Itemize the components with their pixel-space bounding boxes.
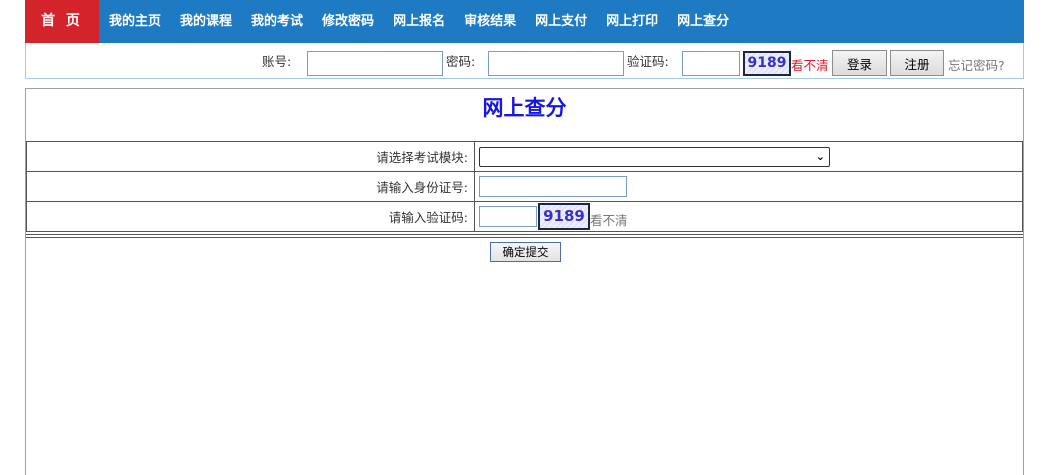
login-button[interactable]: 登录 xyxy=(832,50,887,76)
module-label: 请选择考试模块: xyxy=(27,142,475,171)
login-refresh-captcha-link[interactable]: 看不清 xyxy=(791,55,829,74)
password-input[interactable] xyxy=(488,51,624,76)
register-button[interactable]: 注册 xyxy=(890,50,944,76)
nav-item-online-registration[interactable]: 网上报名 xyxy=(393,0,445,43)
id-number-cell xyxy=(476,172,1022,201)
score-query-form: 请选择考试模块: ⌄ 请输入身份证号: 请输入验证码: 9189 看不清 xyxy=(26,141,1023,232)
nav-item-my-exams[interactable]: 我的考试 xyxy=(251,0,303,43)
form-row-id: 请输入身份证号: xyxy=(27,172,1022,202)
chevron-down-icon: ⌄ xyxy=(815,150,825,163)
password-label: 密码: xyxy=(446,54,476,69)
form-captcha-input[interactable] xyxy=(479,206,537,227)
account-input[interactable] xyxy=(307,51,443,76)
submit-button[interactable]: 确定提交 xyxy=(490,242,561,262)
id-number-label: 请输入身份证号: xyxy=(27,172,475,201)
account-label: 账号: xyxy=(262,54,292,69)
nav-home-link[interactable]: 首 页 xyxy=(25,0,99,43)
login-captcha-image[interactable]: 9189 xyxy=(743,51,791,76)
nav-item-change-password[interactable]: 修改密码 xyxy=(322,0,374,43)
page-title: 网上查分 xyxy=(482,96,567,120)
form-row-captcha: 请输入验证码: 9189 看不清 xyxy=(27,202,1022,232)
login-captcha-label: 验证码: xyxy=(627,54,669,69)
nav-item-my-homepage[interactable]: 我的主页 xyxy=(109,0,161,43)
id-number-input[interactable] xyxy=(479,176,627,197)
module-cell: ⌄ xyxy=(476,142,1022,171)
nav-item-score-query[interactable]: 网上查分 xyxy=(677,0,729,43)
nav-item-online-payment[interactable]: 网上支付 xyxy=(535,0,587,43)
exam-module-select[interactable]: ⌄ xyxy=(479,147,830,167)
nav-item-review-results[interactable]: 审核结果 xyxy=(464,0,516,43)
form-captcha-label: 请输入验证码: xyxy=(27,202,475,231)
score-query-panel: 网上查分 请选择考试模块: ⌄ 请输入身份证号: 请输入验证码: 9189 看不… xyxy=(25,88,1024,475)
form-captcha-cell: 9189 看不清 xyxy=(476,202,1022,231)
forgot-password-link[interactable]: 忘记密码? xyxy=(948,55,1005,74)
form-captcha-image[interactable]: 9189 xyxy=(538,203,590,230)
login-captcha-input[interactable] xyxy=(682,51,740,76)
login-bar: 账号: 密码: 验证码: 9189 看不清 登录 注册 忘记密码? xyxy=(25,43,1024,79)
nav-item-online-print[interactable]: 网上打印 xyxy=(606,0,658,43)
nav-items: 我的主页 我的课程 我的考试 修改密码 网上报名 审核结果 网上支付 网上打印 … xyxy=(109,0,748,43)
form-divider xyxy=(26,234,1023,238)
nav-item-my-courses[interactable]: 我的课程 xyxy=(180,0,232,43)
main-nav: 首 页 我的主页 我的课程 我的考试 修改密码 网上报名 审核结果 网上支付 网… xyxy=(25,0,1024,43)
form-row-module: 请选择考试模块: ⌄ xyxy=(27,142,1022,172)
form-refresh-captcha-link[interactable]: 看不清 xyxy=(590,210,628,229)
